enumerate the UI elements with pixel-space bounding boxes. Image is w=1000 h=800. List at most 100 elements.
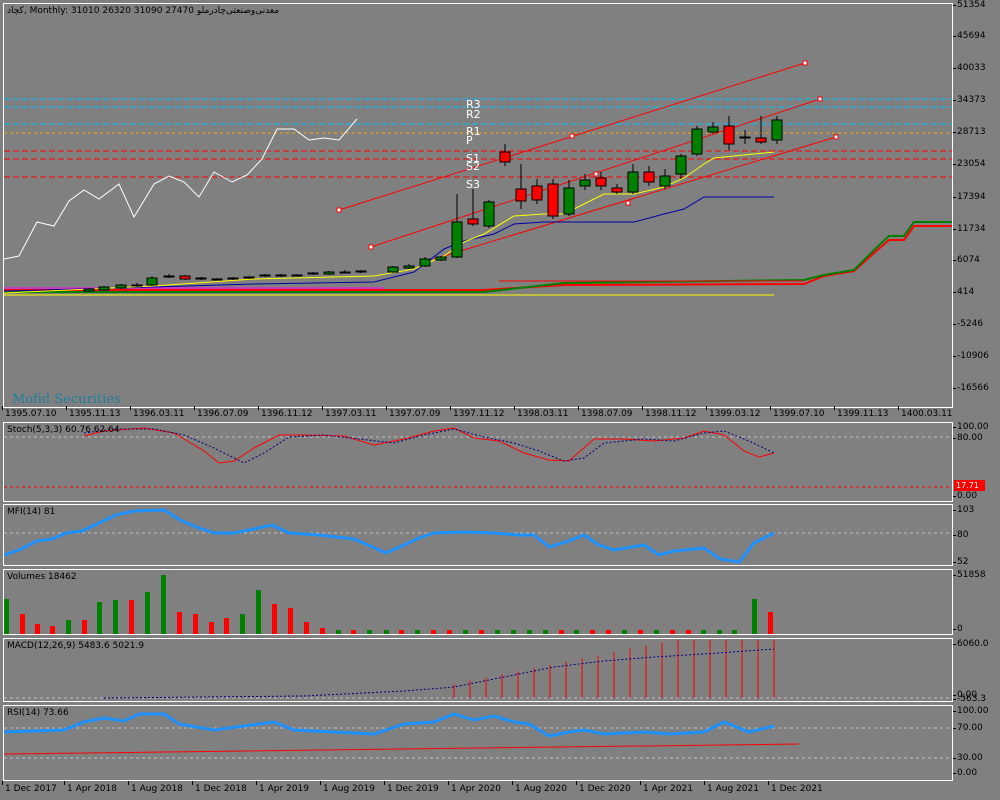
bull-candle[interactable] — [131, 284, 143, 287]
volume-bar — [732, 630, 737, 634]
rsi-ma-line — [4, 743, 800, 755]
price-tick: 40033 — [953, 63, 986, 73]
volume-bar — [113, 600, 118, 634]
price-chart-pane[interactable]: کچاد, Monthly: 31010 26320 31090 27470 م… — [3, 3, 953, 408]
time-tick: 1395.11.13 — [66, 406, 121, 419]
channel-anchor[interactable] — [802, 60, 808, 66]
date-tick: 1 Dec 2017 — [2, 781, 57, 794]
macd-label: MACD(12,26,9) 5483.6 5021.9 — [7, 641, 145, 651]
volume-bar — [463, 630, 468, 634]
volume-bar — [479, 630, 484, 634]
bear-candle[interactable] — [467, 218, 479, 225]
bull-candle[interactable] — [243, 276, 255, 279]
bull-candle[interactable] — [451, 221, 463, 258]
price-tick: 414 — [952, 287, 975, 297]
date-tick: 1 Dec 2018 — [192, 781, 247, 794]
price-tick: 23054 — [953, 159, 986, 169]
pivot-label-s2: S2 — [466, 160, 480, 173]
bull-candle[interactable] — [98, 286, 110, 291]
volume-bar — [511, 630, 516, 634]
price-axis[interactable]: 51354 45694 40033 34373 28713 23054 1739… — [952, 0, 1000, 408]
volume-bar — [20, 614, 25, 634]
bear-candle[interactable] — [195, 277, 207, 280]
bull-candle[interactable] — [771, 119, 783, 141]
channel-anchor[interactable] — [817, 96, 823, 102]
mfi-label: MFI(14) 81 — [7, 507, 56, 517]
bull-candle[interactable] — [403, 265, 415, 269]
bear-candle[interactable] — [611, 187, 623, 193]
volume-bar — [193, 614, 198, 634]
stoch-tick: 0.00 — [952, 491, 978, 501]
bull-candle[interactable] — [659, 175, 671, 187]
bear-candle[interactable] — [595, 177, 607, 187]
bull-candle[interactable] — [323, 271, 335, 275]
channel-anchor[interactable] — [593, 171, 599, 177]
bear-candle[interactable] — [723, 125, 735, 145]
volume-tick: 0 — [953, 624, 963, 634]
bull-candle[interactable] — [291, 274, 303, 277]
macd-axis: 6060.0 0.00 -563.3 — [952, 638, 1000, 704]
volume-bar — [209, 622, 214, 634]
candlestick-series[interactable] — [83, 116, 783, 292]
channel-anchor[interactable] — [833, 134, 839, 140]
bull-candle[interactable] — [355, 270, 367, 273]
bear-candle[interactable] — [211, 278, 223, 281]
pivot-label-r2: R2 — [466, 108, 481, 121]
channel-anchor[interactable] — [368, 244, 374, 250]
bull-candle[interactable] — [563, 187, 575, 215]
macd-histogram — [453, 640, 775, 698]
time-tick: 1397.11.12 — [450, 406, 505, 419]
volume-bar — [351, 630, 356, 634]
stoch-pane[interactable]: Stoch(5,3,3) 60.76 62.64 — [3, 422, 953, 502]
rsi-pane[interactable]: RSI(14) 73.66 — [3, 705, 953, 781]
bull-candle[interactable] — [259, 274, 271, 277]
channel-lower-line[interactable] — [433, 136, 837, 260]
mfi-tick: 80 — [952, 530, 969, 540]
bear-candle[interactable] — [179, 275, 191, 280]
channel-anchor[interactable] — [625, 200, 631, 206]
price-tick: 45694 — [953, 31, 986, 41]
bull-candle[interactable] — [83, 288, 95, 292]
date-tick: 1 Apr 2018 — [64, 781, 117, 794]
mfi-pane[interactable]: MFI(14) 81 — [3, 504, 953, 566]
bull-candle[interactable] — [579, 179, 591, 187]
bear-candle[interactable] — [643, 171, 655, 183]
bull-candle[interactable] — [691, 128, 703, 155]
bull-candle[interactable] — [707, 126, 719, 133]
macd-pane[interactable]: MACD(12,26,9) 5483.6 5021.9 — [3, 638, 953, 702]
channel-anchor[interactable] — [336, 207, 342, 213]
rsi-tick: 70.00 — [953, 723, 983, 733]
bull-candle[interactable] — [146, 277, 158, 286]
volume-bar — [495, 630, 500, 634]
bull-candle[interactable] — [419, 258, 431, 267]
rsi-line — [4, 712, 775, 738]
bear-candle[interactable] — [275, 274, 287, 277]
bear-candle[interactable] — [755, 137, 767, 143]
bull-candle[interactable] — [227, 277, 239, 280]
date-tick: 1 Aug 2019 — [320, 781, 375, 794]
bear-candle[interactable] — [515, 188, 527, 202]
bull-candle[interactable] — [627, 171, 639, 193]
bull-candle[interactable] — [435, 256, 447, 261]
bear-candle[interactable] — [739, 136, 751, 139]
bear-candle[interactable] — [547, 183, 559, 217]
volume-bar — [97, 602, 102, 634]
bear-candle[interactable] — [339, 271, 351, 274]
macd-tick: -563.3 — [952, 694, 987, 704]
bear-candle[interactable] — [531, 185, 543, 201]
bull-candle[interactable] — [115, 284, 127, 289]
bull-candle[interactable] — [387, 266, 399, 273]
mfi-tick: 52 — [952, 557, 969, 567]
time-tick: 1395.07.10 — [2, 406, 57, 419]
bull-candle[interactable] — [307, 272, 319, 275]
volume-bar — [336, 630, 341, 634]
channel-anchor[interactable] — [569, 133, 575, 139]
price-tick: -5246 — [952, 319, 984, 329]
bull-candle[interactable] — [483, 201, 495, 227]
time-tick: 1396.11.12 — [258, 406, 313, 419]
bull-candle[interactable] — [675, 155, 687, 175]
bull-candle[interactable] — [163, 275, 175, 278]
date-tick: 1 Aug 2021 — [704, 781, 759, 794]
volumes-pane[interactable]: Volumes 18462 — [3, 569, 953, 635]
bear-candle[interactable] — [499, 151, 511, 163]
